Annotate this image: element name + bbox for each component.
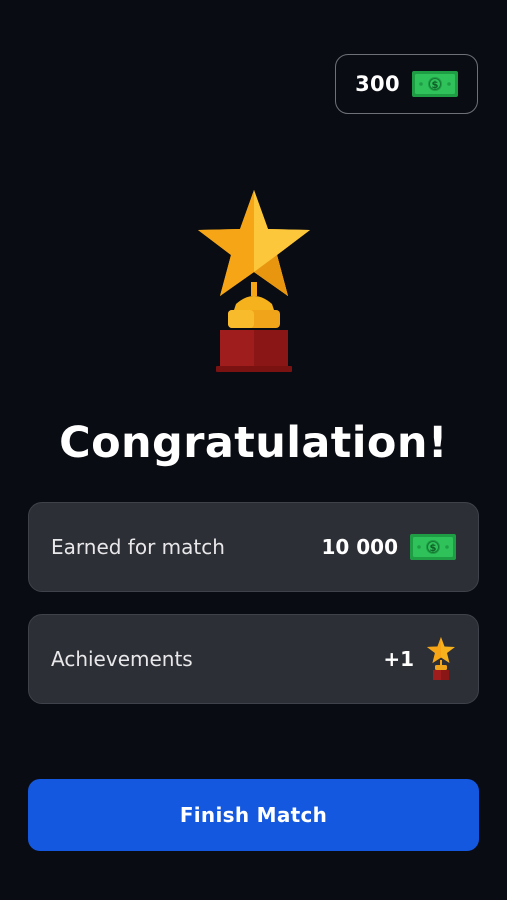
achievements-value: +1 [383, 647, 414, 671]
earned-for-match-card: Earned for match 10 000 $ [28, 502, 479, 592]
cash-bill-icon: $ [410, 534, 456, 560]
balance-value: 300 [355, 72, 400, 96]
finish-match-button[interactable]: Finish Match [28, 779, 479, 851]
earned-label: Earned for match [51, 535, 225, 559]
balance-display: 300 $ [335, 54, 478, 114]
congratulation-title: Congratulation! [59, 418, 448, 468]
achievements-label: Achievements [51, 647, 193, 671]
earned-amount: 10 000 $ [321, 534, 456, 560]
svg-text:$: $ [431, 80, 438, 91]
achievements-card: Achievements +1 [28, 614, 479, 704]
svg-text:$: $ [430, 543, 437, 554]
earned-value: 10 000 [321, 535, 398, 559]
star-trophy-icon [198, 190, 310, 372]
cash-bill-icon: $ [411, 71, 458, 97]
star-trophy-icon [427, 637, 455, 680]
achievements-amount: +1 [383, 636, 456, 682]
match-result-screen: 300 $ Congratulation! Earned for match 1… [0, 0, 507, 900]
